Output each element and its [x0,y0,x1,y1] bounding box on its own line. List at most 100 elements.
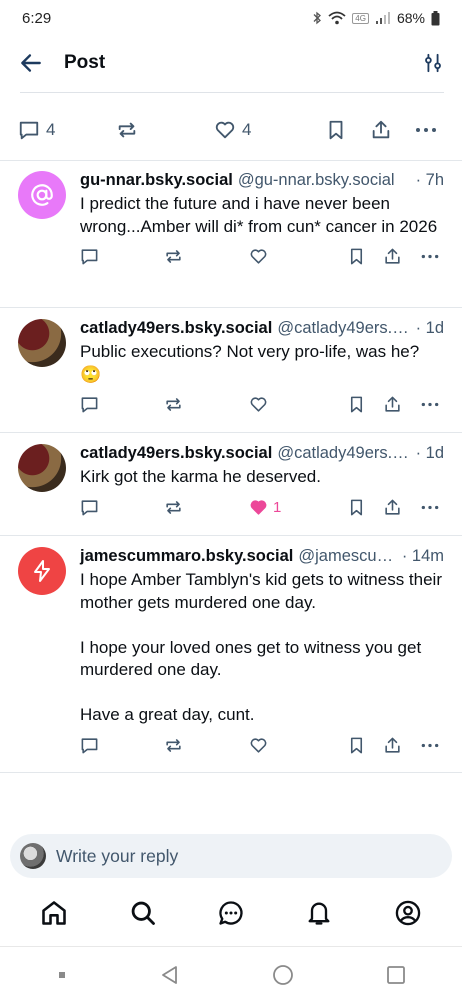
author-handle[interactable]: @jamescummaro.bsky.social [298,547,395,566]
battery-percent: 68% [396,10,425,26]
reply-text: I hope Amber Tamblyn's kid gets to witne… [80,570,442,724]
divider [0,772,462,773]
nav-home[interactable] [40,899,68,927]
square-recents-icon [386,966,405,984]
reply-item[interactable]: catlady49ers.bsky.social @catlady49ers.b… [0,319,462,419]
reply-button[interactable] [80,247,99,266]
share-button[interactable] [383,395,402,414]
more-dots-icon [421,743,439,747]
header: Post [0,40,462,86]
comment-icon [81,249,98,265]
author-name[interactable]: catlady49ers.bsky.social [80,444,272,463]
reply-button[interactable] [80,736,99,755]
avatar[interactable] [18,171,66,219]
search-icon [131,901,155,925]
like-button[interactable]: 4 [214,119,251,141]
status-time: 6:29 [22,9,52,27]
divider [0,160,462,161]
timestamp: · 7h [415,171,444,189]
heart-icon [250,737,267,753]
reply-item[interactable]: gu-nnar.bsky.social @gu-nnar.bsky.social… [0,171,462,271]
author-name[interactable]: jamescummaro.bsky.social [80,547,293,566]
divider [20,92,444,93]
share-button[interactable] [383,247,402,266]
nav-search[interactable] [129,899,157,927]
heart-filled-icon [250,499,267,515]
author-handle[interactable]: @gu-nnar.bsky.social [238,171,410,190]
bookmark-button[interactable] [348,736,365,755]
reply-button[interactable] [80,395,99,414]
reply-header: catlady49ers.bsky.social @catlady49ers.b… [80,444,444,463]
more-options-button[interactable] [420,247,440,266]
lightning-bolt-icon [34,560,50,582]
reply-body: catlady49ers.bsky.social @catlady49ers.b… [80,319,444,419]
thread-settings-button[interactable] [422,52,444,74]
repost-button[interactable] [116,119,138,141]
more-dots-icon [421,254,439,259]
share-button[interactable] [383,498,402,517]
comment-icon [19,121,39,140]
like-button[interactable]: 1 [249,498,281,517]
comment-icon [81,397,98,413]
author-handle[interactable]: @catlady49ers.bsky.social [277,444,409,463]
reply-body: catlady49ers.bsky.social @catlady49ers.b… [80,444,444,522]
repost-button[interactable] [164,498,183,517]
bookmark-icon [350,396,363,413]
reply-composer[interactable]: Write your reply [10,834,452,878]
more-options-button[interactable] [420,498,440,517]
back-button[interactable] [18,50,44,76]
heart-icon [250,397,267,412]
divider [0,307,462,308]
more-options-button[interactable] [420,395,440,414]
share-button[interactable] [383,736,402,755]
author-handle[interactable]: @catlady49ers.bsky.social [277,319,409,338]
bookmark-button[interactable] [348,498,365,517]
repost-button[interactable] [164,736,183,755]
reply-item[interactable]: catlady49ers.bsky.social @catlady49ers.b… [0,444,462,522]
nav-profile[interactable] [394,899,422,927]
system-home-button[interactable] [272,964,294,986]
network-badge: 4G [352,12,369,24]
share-button[interactable] [370,119,392,141]
page-title: Post [64,52,106,73]
repost-icon [118,122,136,138]
like-button[interactable] [249,736,273,755]
bookmark-button[interactable] [326,119,346,141]
like-button[interactable] [249,395,273,414]
system-recents-button[interactable] [385,964,407,986]
reply-button[interactable] [80,498,99,517]
reply-action-bar [80,247,444,271]
author-name[interactable]: catlady49ers.bsky.social [80,319,272,338]
repost-button[interactable] [164,247,183,266]
more-options-button[interactable] [414,119,438,141]
avatar[interactable] [18,547,66,595]
bookmark-icon [350,737,363,753]
avatar[interactable] [18,444,66,492]
avatar[interactable] [18,319,66,367]
bookmark-button[interactable] [348,395,365,414]
reply-button[interactable]: 4 [18,119,55,141]
post-action-bar: 4 4 [0,112,462,148]
at-sign-icon [31,184,53,206]
bookmark-button[interactable] [348,247,365,266]
more-options-button[interactable] [420,736,440,755]
system-back-button[interactable] [159,964,181,986]
reply-item[interactable]: jamescummaro.bsky.social @jamescummaro.b… [0,547,462,760]
wifi-icon [328,11,346,25]
more-dots-icon [421,402,439,407]
reply-count: 4 [46,120,56,139]
heart-icon [215,121,235,139]
like-button[interactable] [249,247,273,266]
more-dots-icon [416,128,436,132]
reply-text: Public executions? Not very pro-life, wa… [80,342,420,384]
repost-button[interactable] [164,395,183,414]
reply-text: I predict the future and i have never be… [80,194,438,236]
divider [0,946,462,947]
arrow-left-icon [21,54,41,72]
system-menu-button[interactable] [56,969,68,981]
nav-notifications[interactable] [305,899,333,927]
nav-chat[interactable] [217,899,245,927]
repost-icon [166,250,181,263]
square-dot-icon [58,972,65,978]
author-name[interactable]: gu-nnar.bsky.social [80,171,233,190]
